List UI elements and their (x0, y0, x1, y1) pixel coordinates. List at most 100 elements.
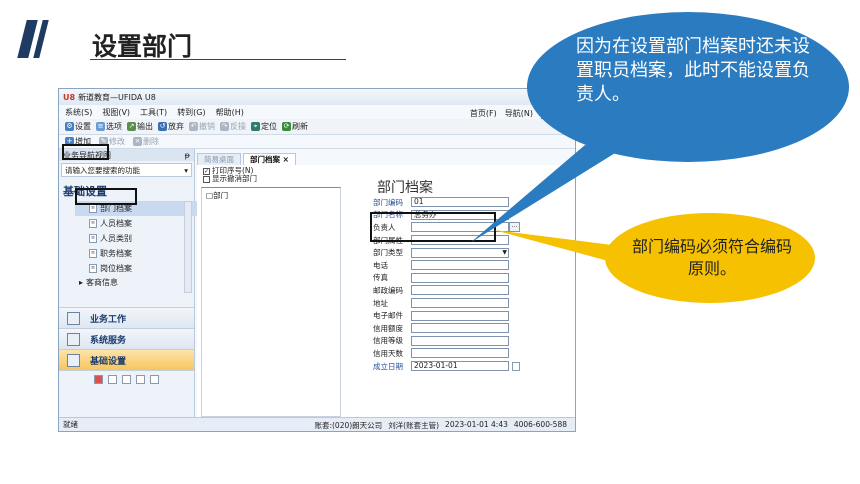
close-icon[interactable]: × (283, 155, 289, 164)
status-text: 就绪 (63, 420, 78, 429)
founded-date-input[interactable]: 2023-01-01 (411, 361, 509, 372)
label-credit-limit: 信用额度 (373, 323, 403, 333)
menu-bar: 系统(S) 视图(V) 工具(T) 转到(G) 帮助(H) 首页(F) 导航(N… (59, 105, 575, 121)
options-checks: ✓ 打印序号(N) 显示撤消部门 (203, 167, 257, 183)
tab-dept-archive[interactable]: 部门档案 × (243, 153, 296, 165)
toolbar: ⚙ 设置 ≡ 选项 ↗ 输出 ↺ 放弃 ↶ 撤销 ↷ 反操 ⌖ 定位 ⟳ 刷新 (59, 119, 575, 135)
lookup-button[interactable]: ... (509, 222, 520, 233)
minimize-button[interactable]: – (539, 91, 553, 102)
export-icon: ↗ (127, 122, 136, 131)
refresh-icon: ⟳ (282, 122, 291, 131)
tree-item-person-archive[interactable]: ≡ 人员档案 (89, 216, 194, 231)
menu-goto[interactable]: 转到(G) (177, 107, 205, 118)
checkbox-checked-icon: ✓ (203, 167, 210, 175)
document-icon: ≡ (89, 234, 97, 243)
dept-code-input[interactable]: 01 (411, 197, 509, 208)
menu-view[interactable]: 视图(V) (102, 107, 130, 118)
app-logo-icon: U8 (63, 92, 76, 102)
email-input[interactable] (411, 310, 509, 321)
export-button[interactable]: ↗ 输出 (127, 121, 153, 132)
content-panel: 简易桌面 部门档案 × ✓ 打印序号(N) 显示撤消部门 部门档案 □部门 部门编… (197, 153, 575, 419)
postcode-input[interactable] (411, 285, 509, 296)
quick-icon-5[interactable] (150, 375, 159, 384)
discard-button[interactable]: ↺ 放弃 (158, 121, 184, 132)
settings-button[interactable]: ⚙ 设置 (65, 121, 91, 132)
chevron-down-icon[interactable]: ▼ (502, 249, 507, 257)
tree-item-customer-vendor[interactable]: ▸ 客商信息 (59, 276, 194, 289)
delete-icon: × (133, 137, 142, 146)
menu-system[interactable]: 系统(S) (65, 107, 92, 118)
status-user: 刘洋(账套主管) (388, 421, 440, 430)
locate-button[interactable]: ⌖ 定位 (251, 121, 277, 132)
locate-icon: ⌖ (251, 122, 260, 131)
status-date: 2023-01-01 4:43 (445, 420, 508, 429)
label-founded-date: 成立日期 (373, 361, 403, 371)
label-dept-code: 部门编码 (373, 197, 403, 207)
title-underline (90, 59, 346, 60)
address-input[interactable] (411, 298, 509, 309)
label-email: 电子邮件 (373, 311, 403, 321)
nav-scrollbar[interactable] (184, 201, 192, 293)
document-icon: ≡ (89, 204, 97, 213)
tree-root[interactable]: □部门 (206, 191, 228, 200)
credit-limit-input[interactable] (411, 323, 509, 334)
dept-type-select[interactable]: ▼ (411, 247, 509, 258)
options-button[interactable]: ≡ 选项 (96, 121, 122, 132)
reverse-icon: ↷ (220, 122, 229, 131)
document-icon: ≡ (89, 249, 97, 258)
phone-input[interactable] (411, 260, 509, 271)
discard-icon: ↺ (158, 122, 167, 131)
label-fax: 传真 (373, 273, 388, 283)
credit-level-input[interactable] (411, 335, 509, 346)
status-bar: 就绪 账套:(020)朗天公司 刘洋(账套主管) 2023-01-01 4:43… (59, 417, 575, 431)
quick-icon-4[interactable] (136, 375, 145, 384)
blue-callout-text: 因为在设置部门档案时还未设置职员档案，此时不能设置负责人。 (576, 36, 810, 105)
chevron-down-icon[interactable]: ▾ (184, 166, 188, 175)
label-credit-level: 信用等级 (373, 336, 403, 346)
quick-icon-3[interactable] (122, 375, 131, 384)
refresh-button[interactable]: ⟳ 刷新 (282, 121, 308, 132)
nav-search-input[interactable]: 请输入您要搜索的功能 ▾ (61, 163, 192, 177)
tab-simple-desktop[interactable]: 简易桌面 (197, 153, 241, 165)
options-icon: ≡ (96, 122, 105, 131)
title-bar: U8 新道教育—UFIDA U8 – □ (59, 89, 575, 105)
slide-title: 设置部门 (92, 32, 193, 61)
home-link[interactable]: 首页(F) (470, 108, 497, 119)
settings-icon: ⚙ (65, 122, 74, 131)
yellow-callout-text: 部门编码必须符合编码原则。 (632, 237, 793, 278)
reverse-button[interactable]: ↷ 反操 (220, 121, 246, 132)
highlight-add-button (62, 144, 109, 160)
nav-tree: ≡ 部门档案 ≡ 人员档案 ≡ 人员类别 ≡ 职务档案 ≡ 岗位档案 (59, 201, 201, 293)
business-icon (67, 311, 80, 325)
system-service-button[interactable]: 系统服务 (59, 328, 194, 349)
menu-tools[interactable]: 工具(T) (140, 107, 167, 118)
pin-icon[interactable]: ᵽ (185, 151, 190, 160)
credit-days-input[interactable] (411, 348, 509, 359)
checkbox-icon (203, 175, 210, 183)
highlight-dept-archive (75, 188, 137, 205)
nav-link[interactable]: 导航(N) (505, 108, 533, 119)
quick-icon-1[interactable] (94, 375, 103, 384)
u8-window: U8 新道教育—UFIDA U8 – □ 系统(S) 视图(V) 工具(T) 转… (58, 88, 576, 432)
label-address: 地址 (373, 298, 388, 308)
edit-toolbar: + 增加 ✎ 修改 × 删除 (59, 135, 575, 149)
form-title: 部门档案 (377, 180, 433, 196)
tree-item-post-archive[interactable]: ≡ 岗位档案 (89, 261, 194, 276)
system-icon (67, 332, 80, 346)
maximize-button[interactable]: □ (555, 91, 569, 102)
quick-icon-2[interactable] (108, 375, 117, 384)
undo-icon: ↶ (189, 122, 198, 131)
fax-input[interactable] (411, 272, 509, 283)
calendar-icon[interactable] (512, 361, 520, 371)
menu-help[interactable]: 帮助(H) (216, 107, 244, 118)
business-work-button[interactable]: 业务工作 (59, 307, 194, 328)
tree-item-person-category[interactable]: ≡ 人员类别 (89, 231, 194, 246)
tree-item-duty-archive[interactable]: ≡ 职务档案 (89, 246, 194, 261)
show-revoked-checkbox[interactable]: 显示撤消部门 (203, 175, 257, 183)
undo-button[interactable]: ↶ 撤销 (189, 121, 215, 132)
delete-button[interactable]: × 删除 (133, 136, 159, 147)
basic-settings-button[interactable]: 基础设置 (59, 349, 194, 370)
brand-logo: 用友 (541, 110, 561, 121)
dept-tree: □部门 (201, 187, 341, 417)
settings-icon (67, 353, 80, 367)
